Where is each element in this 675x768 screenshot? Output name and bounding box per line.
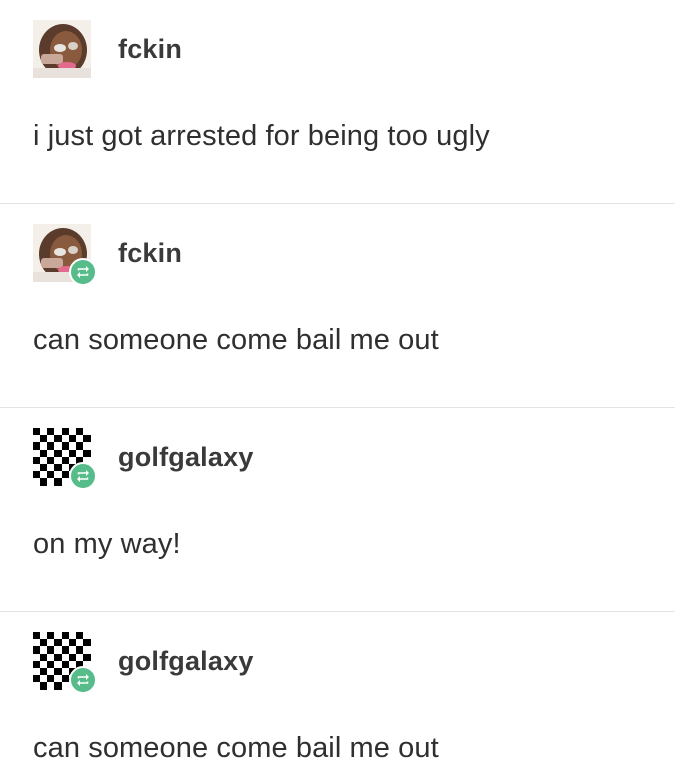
reblog-badge bbox=[69, 666, 97, 694]
username[interactable]: fckin bbox=[118, 34, 182, 65]
reblog-icon bbox=[77, 470, 89, 482]
portrait-avatar-icon bbox=[33, 20, 91, 78]
reblog-icon bbox=[77, 674, 89, 686]
post: fckin i just got arrested for being too … bbox=[0, 0, 675, 204]
avatar[interactable] bbox=[33, 224, 97, 286]
reblog-thread: fckin i just got arrested for being too … bbox=[0, 0, 675, 768]
post-header: golfgalaxy bbox=[33, 428, 675, 490]
avatar[interactable] bbox=[33, 20, 91, 78]
post: golfgalaxy on my way! bbox=[0, 408, 675, 612]
post: fckin can someone come bail me out bbox=[0, 204, 675, 408]
reblog-badge bbox=[69, 258, 97, 286]
reblog-badge bbox=[69, 462, 97, 490]
username[interactable]: golfgalaxy bbox=[118, 442, 254, 473]
post-text: can someone come bail me out bbox=[33, 324, 439, 356]
avatar[interactable] bbox=[33, 632, 97, 694]
avatar[interactable] bbox=[33, 428, 97, 490]
post-text: on my way! bbox=[33, 528, 181, 560]
post-text: i just got arrested for being too ugly bbox=[33, 120, 490, 152]
post-header: fckin bbox=[33, 20, 675, 78]
username[interactable]: fckin bbox=[118, 238, 182, 269]
username[interactable]: golfgalaxy bbox=[118, 646, 254, 677]
post: golfgalaxy can someone come bail me out bbox=[0, 612, 675, 768]
post-text: can someone come bail me out bbox=[33, 732, 439, 764]
post-header: fckin bbox=[33, 224, 675, 286]
post-header: golfgalaxy bbox=[33, 632, 675, 694]
reblog-icon bbox=[77, 266, 89, 278]
